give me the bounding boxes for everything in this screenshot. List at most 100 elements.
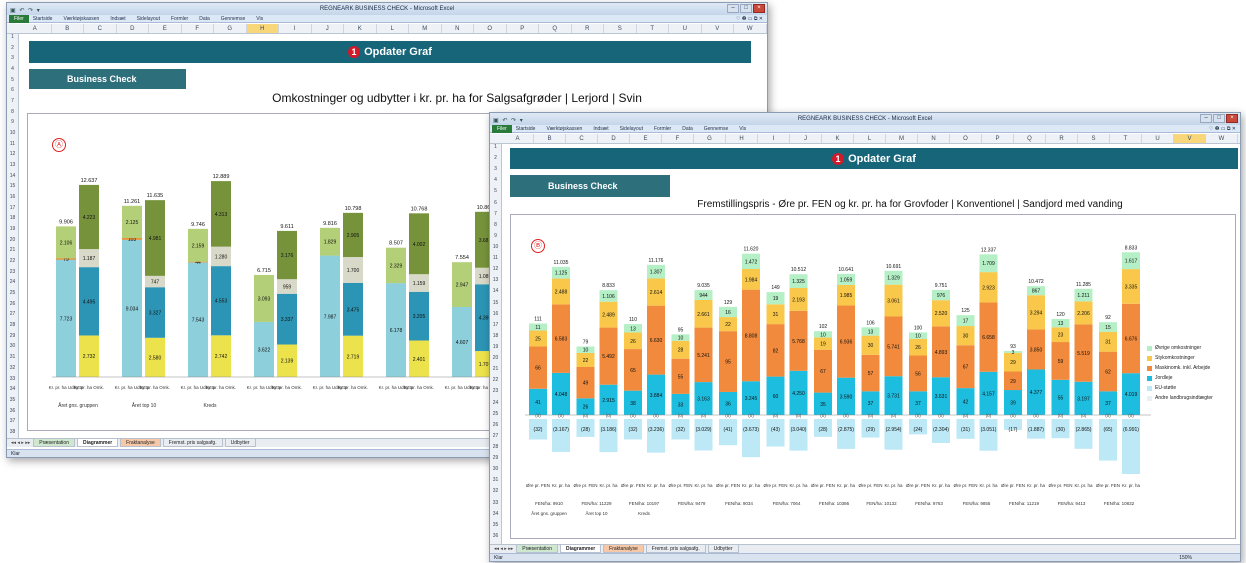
row-header[interactable]: 19: [490, 344, 501, 355]
row-header[interactable]: 9: [7, 119, 18, 130]
row-header[interactable]: 1: [7, 34, 18, 45]
row-header[interactable]: 11: [7, 141, 18, 152]
close-icon[interactable]: ×: [1226, 114, 1238, 123]
row-header[interactable]: 26: [7, 301, 18, 312]
column-header[interactable]: L: [377, 24, 409, 33]
minimize-icon[interactable]: –: [727, 4, 739, 13]
tab-vaerktoej[interactable]: Værktøjskassen: [63, 16, 99, 22]
row-header[interactable]: 33: [490, 500, 501, 511]
column-header[interactable]: L: [854, 134, 886, 143]
tab-vaerktoej[interactable]: Værktøjskassen: [546, 126, 582, 132]
column-header[interactable]: T: [637, 24, 669, 33]
tab-gennemse[interactable]: Gennemse: [704, 126, 728, 132]
column-header[interactable]: R: [1046, 134, 1078, 143]
column-header[interactable]: E: [630, 134, 662, 143]
row-header[interactable]: 12: [490, 266, 501, 277]
column-header[interactable]: D: [117, 24, 149, 33]
update-chart-button-2[interactable]: Opdater Graf: [848, 153, 916, 165]
sheet-nav-icon[interactable]: ◂◂ ◂ ▸ ▸▸: [10, 439, 31, 447]
row-header[interactable]: 4: [7, 66, 18, 77]
row-header[interactable]: 16: [7, 194, 18, 205]
row-header[interactable]: 28: [7, 322, 18, 333]
tab-gennemse[interactable]: Gennemse: [221, 16, 245, 22]
sheet-tab-fremst[interactable]: Fremst. pris salgsafg.: [645, 545, 706, 553]
column-header[interactable]: N: [918, 134, 950, 143]
row-header[interactable]: 33: [7, 376, 18, 387]
column-header[interactable]: K: [344, 24, 377, 33]
column-header[interactable]: U: [1142, 134, 1174, 143]
sheet-tab-fraktanalyse[interactable]: Fraktanalyse: [120, 439, 161, 447]
column-header[interactable]: M: [886, 134, 918, 143]
row-header[interactable]: 17: [490, 322, 501, 333]
column-header[interactable]: Q: [1014, 134, 1046, 143]
row-header[interactable]: 34: [7, 386, 18, 397]
tab-formler[interactable]: Formler: [171, 16, 188, 22]
tab-sidelayout[interactable]: Sidelayout: [137, 16, 160, 22]
row-header[interactable]: 25: [490, 411, 501, 422]
row-header[interactable]: 10: [7, 130, 18, 141]
column-header[interactable]: T: [1110, 134, 1142, 143]
row-header[interactable]: 29: [490, 455, 501, 466]
row-header[interactable]: 22: [7, 258, 18, 269]
tab-vis[interactable]: Vis: [256, 16, 263, 22]
tab-indsaet[interactable]: Indsæt: [593, 126, 608, 132]
sheet-tab-diagrammer[interactable]: Diagrammer: [76, 439, 119, 447]
tab-data[interactable]: Data: [199, 16, 210, 22]
row-header[interactable]: 26: [490, 422, 501, 433]
row-header[interactable]: 5: [7, 77, 18, 88]
row-header[interactable]: 6: [7, 87, 18, 98]
sheet-nav-icon[interactable]: ◂◂ ◂ ▸ ▸▸: [493, 545, 514, 553]
row-header[interactable]: 23: [490, 388, 501, 399]
minimize-icon[interactable]: –: [1200, 114, 1212, 123]
row-header[interactable]: 17: [7, 205, 18, 216]
row-header[interactable]: 22: [490, 377, 501, 388]
close-icon[interactable]: ×: [753, 4, 765, 13]
row-header[interactable]: 13: [7, 162, 18, 173]
maximize-icon[interactable]: □: [1213, 114, 1225, 123]
column-header[interactable]: H: [246, 24, 279, 33]
tab-formler[interactable]: Formler: [654, 126, 671, 132]
row-header[interactable]: 32: [490, 488, 501, 499]
column-header[interactable]: R: [572, 24, 604, 33]
column-header[interactable]: O: [474, 24, 507, 33]
row-header[interactable]: 28: [490, 444, 501, 455]
column-header[interactable]: J: [312, 24, 344, 33]
row-header[interactable]: 36: [7, 408, 18, 419]
sheet-tab-praesentation[interactable]: Præsentation: [516, 545, 558, 553]
row-header[interactable]: 13: [490, 277, 501, 288]
column-header[interactable]: N: [442, 24, 474, 33]
tab-indsaet[interactable]: Indsæt: [110, 16, 125, 22]
column-header[interactable]: S: [1078, 134, 1110, 143]
tab-vis[interactable]: Vis: [739, 126, 746, 132]
row-header[interactable]: 20: [490, 355, 501, 366]
row-header[interactable]: 24: [7, 279, 18, 290]
row-header[interactable]: 18: [490, 333, 501, 344]
column-header[interactable]: C: [84, 24, 117, 33]
column-header[interactable]: I: [279, 24, 312, 33]
column-header[interactable]: G: [214, 24, 247, 33]
column-header[interactable]: V: [702, 24, 734, 33]
quick-access-toolbar-2[interactable]: ▣ ↶ ↷ ▾: [493, 115, 524, 127]
sheet-tab-udbytter[interactable]: Udbytter: [224, 439, 256, 447]
row-header[interactable]: 27: [7, 311, 18, 322]
column-header[interactable]: S: [604, 24, 637, 33]
column-header[interactable]: C: [566, 134, 598, 143]
sheet-tab-fremst[interactable]: Fremst. pris salgsafg.: [162, 439, 223, 447]
column-header[interactable]: W: [734, 24, 767, 33]
row-header[interactable]: 3: [490, 166, 501, 177]
column-header[interactable]: F: [662, 134, 694, 143]
zoom-level[interactable]: 150%: [1179, 554, 1192, 561]
column-header[interactable]: D: [598, 134, 630, 143]
row-header[interactable]: 2: [7, 45, 18, 56]
row-header[interactable]: 18: [7, 215, 18, 226]
row-header[interactable]: 14: [7, 173, 18, 184]
column-header[interactable]: Q: [539, 24, 572, 33]
row-header[interactable]: 11: [490, 255, 501, 266]
row-header[interactable]: 7: [490, 211, 501, 222]
column-header[interactable]: U: [669, 24, 702, 33]
tab-sidelayout[interactable]: Sidelayout: [620, 126, 643, 132]
row-header[interactable]: 14: [490, 288, 501, 299]
row-header[interactable]: 16: [490, 311, 501, 322]
column-header[interactable]: I: [758, 134, 790, 143]
row-header[interactable]: 9: [490, 233, 501, 244]
